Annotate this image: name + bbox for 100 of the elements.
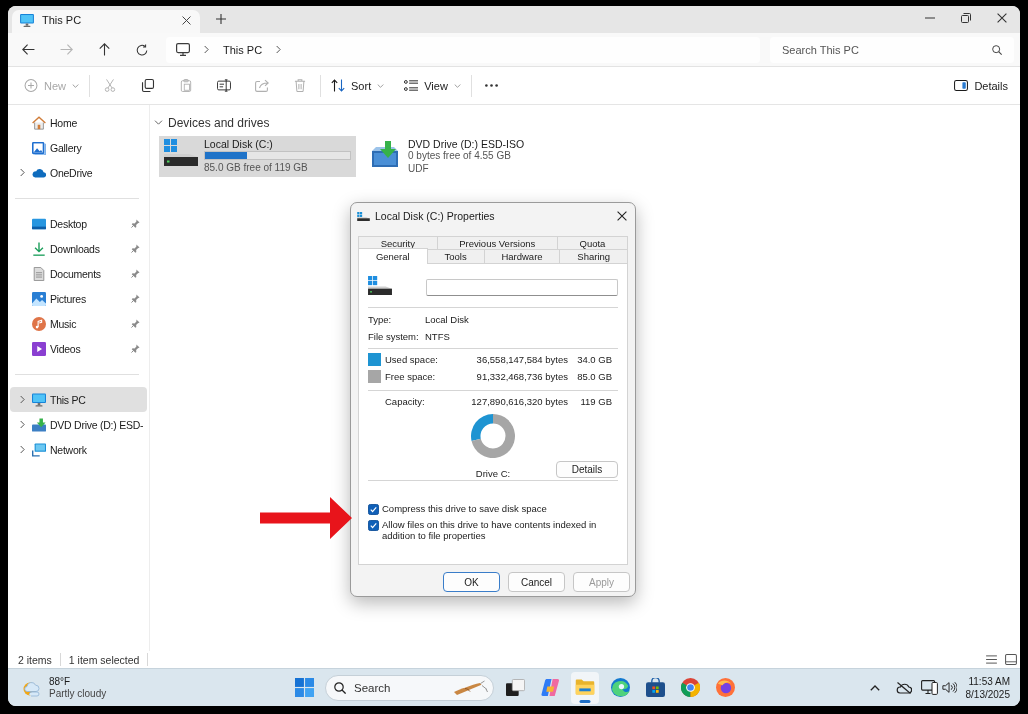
tab[interactable]: Hardware: [483, 249, 561, 263]
plus-icon[interactable]: [216, 14, 226, 24]
chevron-icon: [154, 120, 163, 125]
tab[interactable]: Sharing: [559, 249, 628, 263]
chevron-icon[interactable]: [204, 45, 209, 54]
list-view-icon[interactable]: [986, 655, 997, 664]
sidebar-item[interactable]: Documents: [10, 261, 147, 286]
dialog-button[interactable]: OK: [443, 572, 500, 592]
close-icon[interactable]: [617, 211, 627, 221]
up-arrow-icon[interactable]: [98, 43, 110, 56]
space-bytes: 36,558,147,584 bytes: [476, 354, 568, 365]
monitor-icon: [32, 392, 46, 407]
chevron-icon[interactable]: [276, 45, 282, 54]
drive-arrow-icon: [371, 140, 399, 167]
sidebar-item[interactable]: This PC: [10, 387, 147, 412]
chevron-icon: [72, 83, 79, 88]
dialog-button[interactable]: Cancel: [508, 572, 565, 592]
checkbox[interactable]: [368, 504, 379, 515]
folder-icon[interactable]: [571, 671, 599, 704]
window-tab[interactable]: This PC: [12, 10, 200, 33]
space-label: Used space:: [385, 354, 439, 365]
checkbox-label[interactable]: Allow files on this drive to have contents indexed in addition to file properties: [382, 519, 618, 541]
sidebar-item[interactable]: OneDrive: [10, 160, 147, 185]
taskbar-search-field[interactable]: Search: [325, 674, 494, 701]
details-pane-icon: [954, 79, 969, 92]
music-note-icon: [32, 316, 46, 331]
sidebar-item[interactable]: Desktop: [10, 211, 147, 236]
drive-free-space: 0 bytes free of 4.55 GB: [408, 150, 512, 163]
drive-label-field[interactable]: [426, 279, 618, 296]
monitor-icon: [20, 13, 34, 27]
chevron-icon[interactable]: [19, 395, 25, 404]
close-icon[interactable]: [182, 15, 191, 25]
sidebar-item[interactable]: Network: [10, 437, 147, 462]
monitor-icon[interactable]: [920, 680, 938, 695]
property-label: Type:: [368, 314, 393, 325]
sidebar-item[interactable]: Videos: [10, 336, 147, 361]
pin-icon: [131, 244, 140, 253]
weather-condition: Partly cloudy: [49, 687, 107, 700]
house-icon: [32, 115, 46, 130]
sidebar-item[interactable]: Pictures: [10, 286, 147, 311]
tab[interactable]: Quota: [556, 236, 628, 249]
chevron-icon: [453, 83, 461, 88]
chevron-icon: [377, 83, 385, 88]
drive-file-system: UDF: [408, 162, 430, 175]
refresh-icon[interactable]: [136, 43, 148, 56]
wave-logo-icon[interactable]: [610, 678, 630, 697]
property-label: File system:: [368, 331, 420, 342]
chevron-icon[interactable]: [19, 420, 25, 429]
chevron-up-icon[interactable]: [869, 684, 880, 691]
more-icon[interactable]: [485, 84, 499, 87]
minimize-icon[interactable]: [925, 16, 935, 19]
cloud-off-icon[interactable]: [895, 680, 912, 695]
checkbox-label[interactable]: Compress this drive to save disk space: [382, 503, 547, 514]
tiles-logo-icon[interactable]: [294, 678, 314, 697]
address-bar[interactable]: This PC: [166, 36, 760, 63]
pin-icon: [131, 344, 140, 353]
pencil-drawing-icon: [453, 678, 489, 697]
checkbox[interactable]: [368, 520, 379, 531]
drive-tile[interactable]: Local Disk (C:) 85.0 GB free of 119 GB: [159, 135, 356, 177]
chevron-icon[interactable]: [19, 445, 25, 454]
copy-icon[interactable]: [141, 79, 155, 92]
rename-icon[interactable]: [217, 79, 231, 92]
sidebar-item[interactable]: Home: [10, 110, 147, 135]
details-button[interactable]: Details: [556, 461, 618, 478]
tab[interactable]: General: [358, 248, 428, 264]
drive-tile[interactable]: DVD Drive (D:) ESD-ISO 0 bytes free of 4.55 GB UDF: [366, 135, 530, 177]
back-icon[interactable]: [21, 44, 35, 55]
tile-view-icon[interactable]: [1005, 654, 1017, 665]
details-button[interactable]: Details: [948, 71, 1014, 100]
tab[interactable]: Previous Versions: [436, 236, 558, 249]
sort-button[interactable]: Sort: [325, 71, 391, 100]
sidebar-item[interactable]: DVD Drive (D:) ESD-: [10, 412, 147, 437]
weather-temperature: 88°F: [49, 675, 72, 688]
tab[interactable]: Tools: [426, 249, 485, 263]
search-field[interactable]: Search This PC: [770, 36, 1014, 63]
close-icon[interactable]: [997, 12, 1007, 23]
list-icon: [404, 79, 419, 92]
shopping-bag-icon[interactable]: [645, 678, 665, 697]
capacity-bytes: 127,890,616,320 bytes: [471, 396, 568, 407]
video-icon: [32, 341, 46, 356]
section-header[interactable]: Devices and drives: [154, 114, 270, 131]
sidebar-item[interactable]: Music: [10, 311, 147, 336]
ring-logo-icon[interactable]: [680, 678, 700, 697]
breadcrumb[interactable]: This PC: [223, 43, 263, 56]
ribbon-logo-icon[interactable]: [540, 678, 560, 697]
search-icon: [992, 44, 1002, 55]
hard-drive-icon: [164, 138, 198, 166]
restore-icon[interactable]: [961, 12, 971, 23]
globe-logo-icon[interactable]: [715, 678, 735, 697]
speaker-icon[interactable]: [941, 681, 957, 694]
chevron-icon[interactable]: [19, 168, 25, 177]
view-button[interactable]: View: [398, 71, 467, 100]
capacity-size: 119 GB: [579, 396, 613, 407]
download-arrow-icon: [32, 241, 46, 256]
hard-drive-icon: [368, 276, 392, 295]
space-bytes: 91,332,468,736 bytes: [476, 371, 568, 382]
sidebar-item[interactable]: Downloads: [10, 236, 147, 261]
clock-time: 11:53 AM: [968, 674, 1010, 688]
sidebar-item[interactable]: Gallery: [10, 135, 147, 160]
window-stack-icon[interactable]: [505, 678, 525, 697]
